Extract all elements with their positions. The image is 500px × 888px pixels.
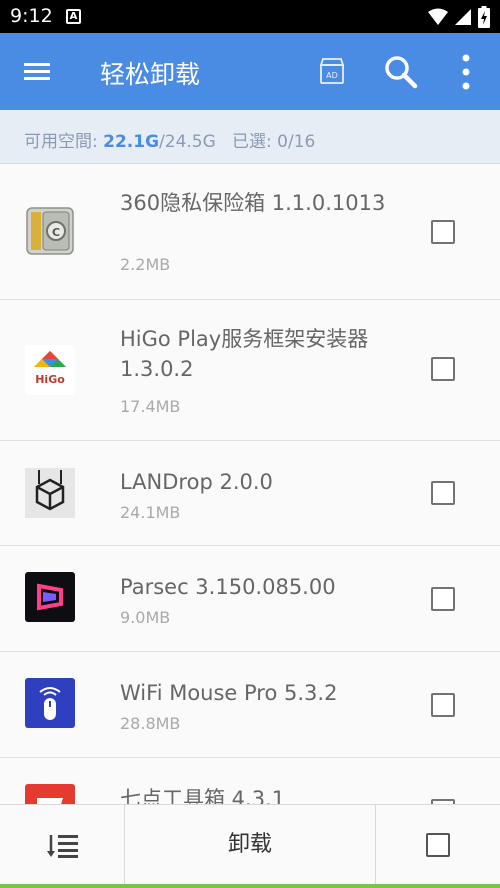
bottom-action-bar: 卸载 [0,804,500,885]
higo-icon: HiGo [25,345,75,395]
menu-icon [24,63,50,80]
status-bar: 9:12 A [0,0,500,33]
navigation-accent-line [0,884,500,888]
status-time: 9:12 [10,5,53,27]
select-all-button[interactable] [376,805,500,885]
app-bar: 轻松卸载 AD [0,33,500,110]
select-all-checkbox[interactable] [426,833,450,857]
app-select-checkbox[interactable] [431,693,455,717]
app-select-checkbox[interactable] [431,587,455,611]
sort-icon [47,835,78,858]
app-name: WiFi Mouse Pro 5.3.2 [120,681,338,705]
app-name: Parsec 3.150.085.00 [120,575,336,599]
app-list-item[interactable]: WiFi Mouse Pro 5.3.2 28.8MB [0,652,500,758]
app-name: 360隐私保险箱 1.1.0.1013 [120,191,386,215]
app-list-item[interactable]: 七点工具箱 4.3.1 [0,758,500,804]
app-size: 2.2MB [120,255,171,274]
search-icon [385,56,418,89]
free-space-value: 22.1G [103,132,160,152]
free-space-label: 可用空間: [24,132,104,152]
app-size: 24.1MB [120,503,181,522]
battery-icon [478,6,490,28]
wifi-mouse-icon [25,678,75,728]
higo-icon-text: HiGo [35,373,65,386]
app-name: LANDrop 2.0.0 [120,470,273,494]
app-size: 28.8MB [120,714,181,733]
wifi-icon [428,8,448,25]
app-list[interactable]: C 360隐私保险箱 1.1.0.1013 2.2MB HiGo HiGo Pl… [0,164,500,804]
app-list-item[interactable]: HiGo HiGo Play服务框架安装器 1.3.0.2 17.4MB [0,300,500,441]
uninstall-button[interactable]: 卸载 [125,805,376,885]
storage-info-bar: 可用空間: 22.1G/24.5G 已選: 0/16 [0,110,500,164]
selected-count: 0/16 [277,132,316,152]
more-options-button[interactable] [452,53,480,91]
app-list-item[interactable]: LANDrop 2.0.0 24.1MB [0,441,500,546]
sort-button[interactable] [0,805,125,885]
landrop-icon [25,468,75,518]
storage-line: 可用空間: 22.1G/24.5G 已選: 0/16 [24,127,315,152]
menu-button[interactable] [22,57,54,87]
ad-icon: AD [319,58,345,84]
app-size: 9.0MB [120,608,171,627]
selected-label: 已選: [232,132,278,152]
parsec-icon [25,572,75,622]
svg-text:C: C [52,226,60,239]
safe-box-icon: C [26,207,74,255]
status-icons [428,6,490,28]
ad-button[interactable]: AD [316,55,348,87]
app-select-checkbox[interactable] [431,220,455,244]
more-vert-icon [462,54,470,90]
app-name: HiGo Play服务框架安装器 1.3.0.2 [120,327,369,381]
app-list-item[interactable]: Parsec 3.150.085.00 9.0MB [0,546,500,652]
app-size: 17.4MB [120,397,181,416]
app-title: 轻松卸载 [100,60,201,89]
app-select-checkbox[interactable] [431,481,455,505]
ad-icon-label: AD [326,71,338,80]
signal-icon [455,9,471,25]
app-list-item[interactable]: C 360隐私保险箱 1.1.0.1013 2.2MB [0,164,500,300]
total-space-value: /24.5G [159,132,216,152]
notification-a-icon: A [66,9,81,24]
search-button[interactable] [383,54,419,90]
app-select-checkbox[interactable] [431,357,455,381]
app-name: 七点工具箱 4.3.1 [120,787,286,804]
qidian-icon [25,784,75,804]
